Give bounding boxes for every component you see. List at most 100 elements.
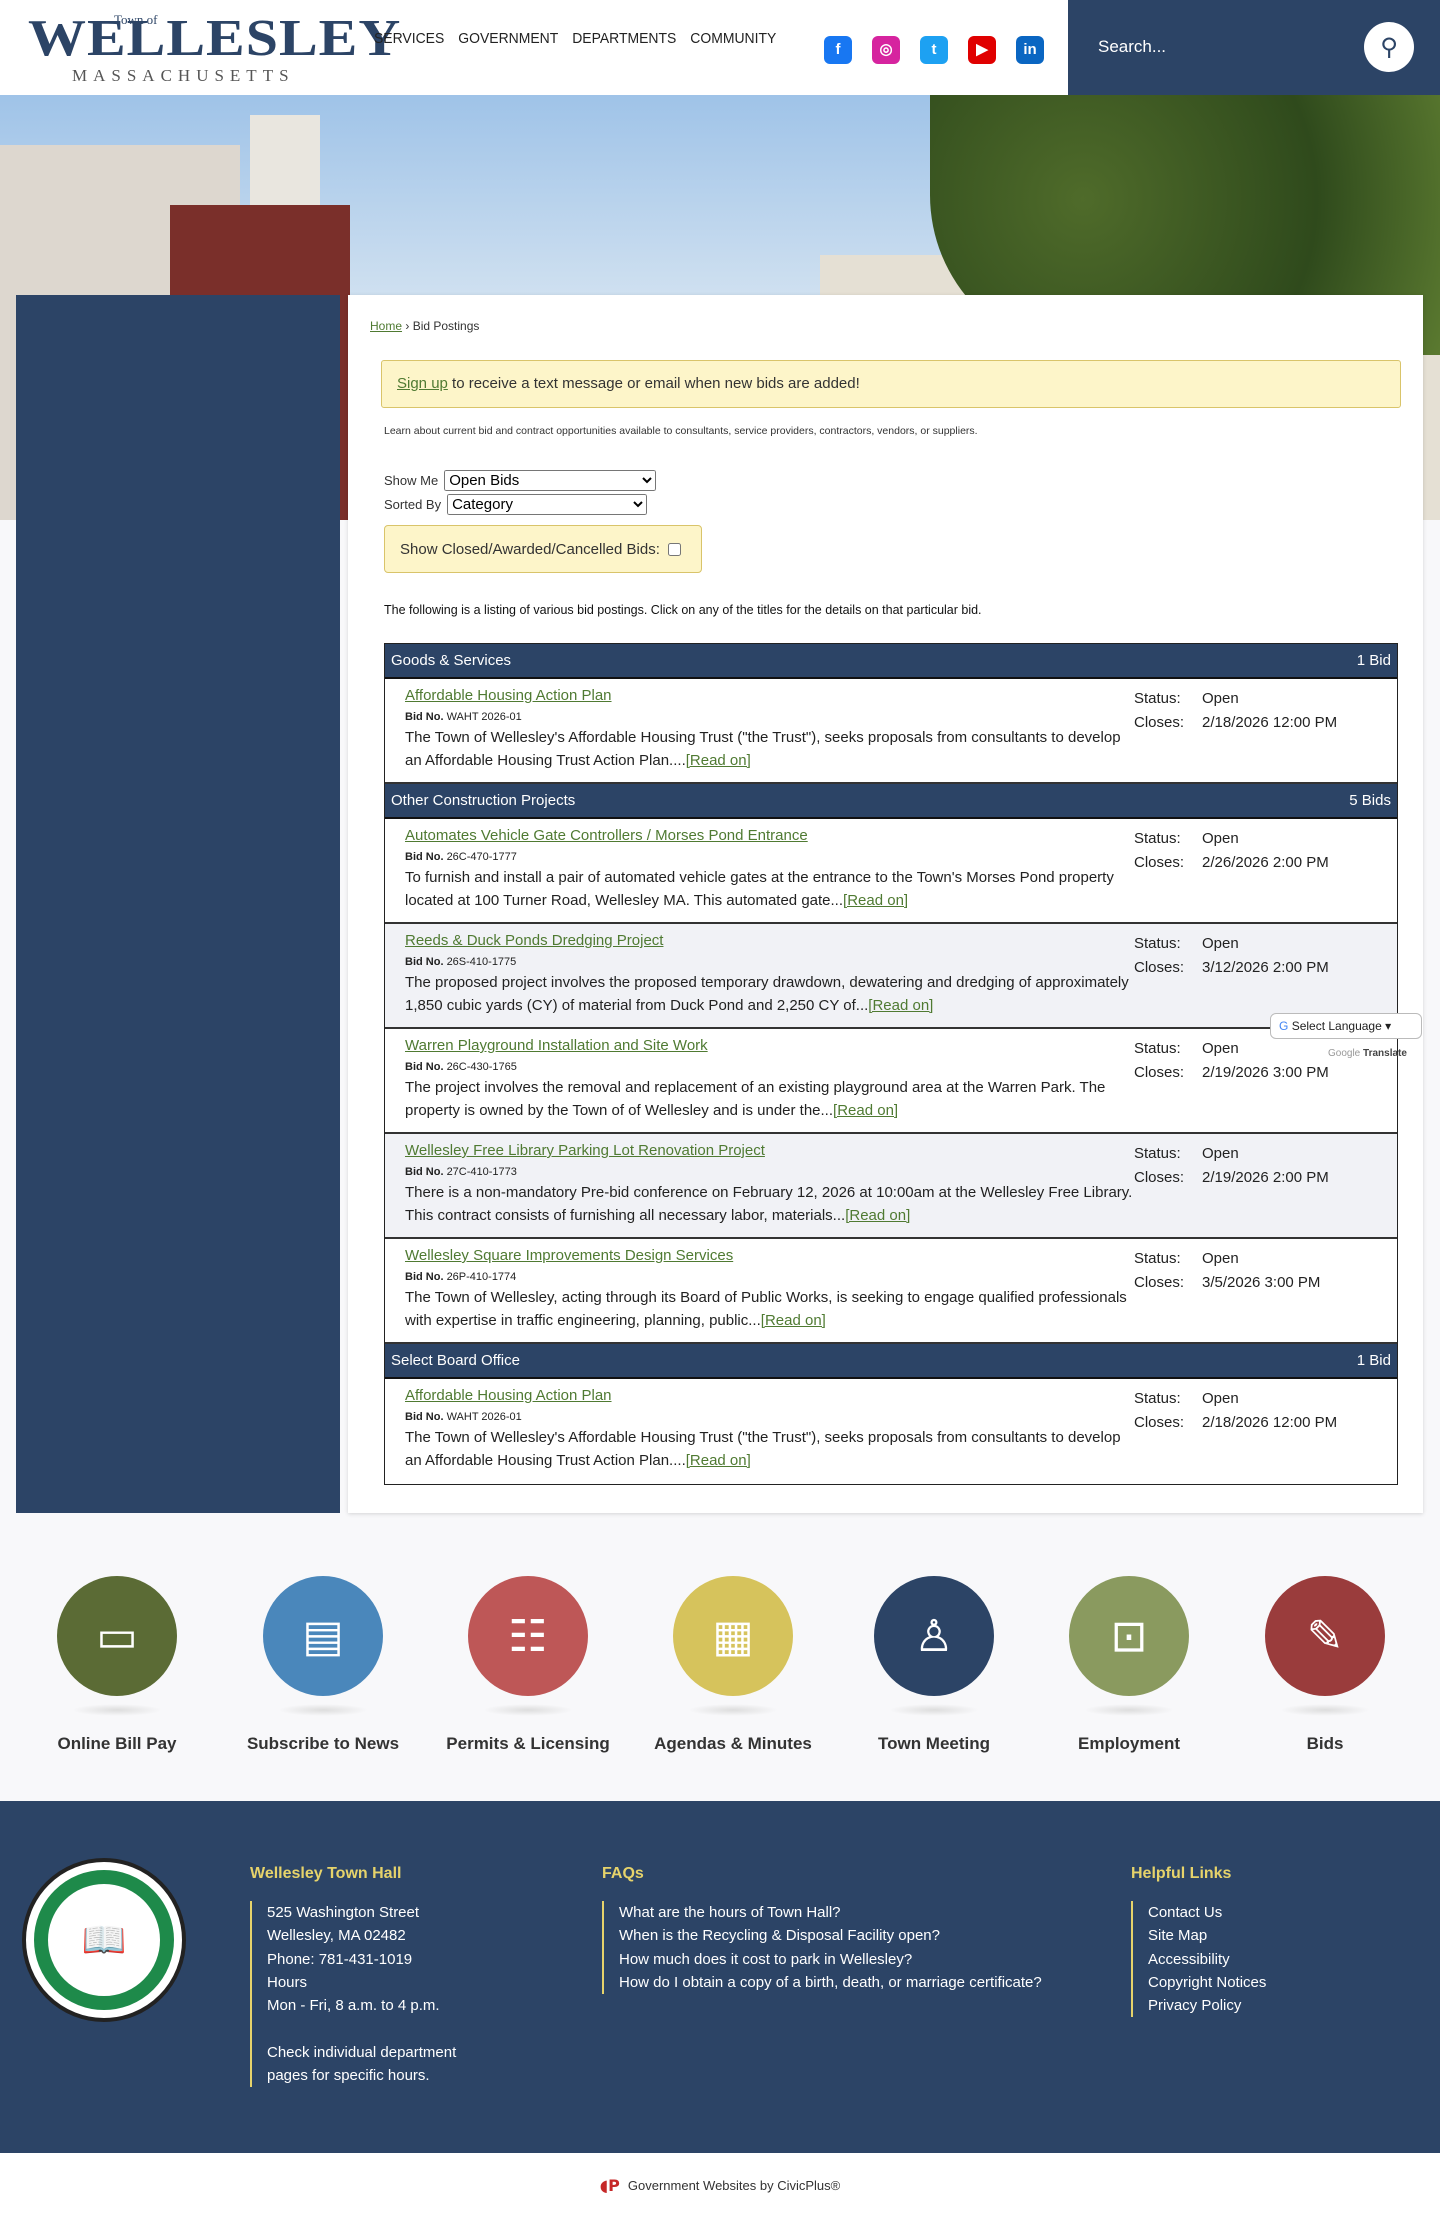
select-language-dropdown[interactable]: G Select Language ▾ — [1270, 1013, 1422, 1039]
helpful-link[interactable]: Accessibility — [1148, 1951, 1230, 1968]
category-header: Goods & Services 1 Bid — [385, 644, 1397, 679]
search-panel: ⚲ — [1068, 0, 1440, 95]
bid-title-link[interactable]: Affordable Housing Action Plan — [405, 1387, 612, 1404]
bid-title-link[interactable]: Reeds & Duck Ponds Dredging Project — [405, 932, 663, 949]
closes-value: 2/19/2026 2:00 PM — [1202, 1169, 1329, 1186]
bid-status: Status: Open Closes: 3/5/2026 3:00 PM — [1134, 1247, 1320, 1295]
credit-card-icon: ▭ — [57, 1576, 177, 1696]
nav-departments[interactable]: DEPARTMENTS — [572, 30, 676, 47]
town-hall-line: 525 Washington Street — [267, 1904, 420, 1921]
category-name: Goods & Services — [391, 652, 512, 669]
closes-value: 2/26/2026 2:00 PM — [1202, 854, 1329, 871]
bid-row: Affordable Housing Action Plan Bid No. WA… — [385, 679, 1397, 784]
main-content: Home › Bid Postings Sign up to receive a… — [348, 295, 1423, 1513]
bid-title-link[interactable]: Warren Playground Installation and Site … — [405, 1037, 708, 1054]
bid-title-link[interactable]: Wellesley Free Library Parking Lot Renov… — [405, 1142, 765, 1159]
category-header: Other Construction Projects 5 Bids — [385, 784, 1397, 819]
read-on-link[interactable]: [Read on] — [686, 1452, 751, 1469]
briefcase-icon: ⊡ — [1069, 1576, 1189, 1696]
closes-value: 2/19/2026 3:00 PM — [1202, 1064, 1329, 1081]
category-header: Select Board Office 1 Bid — [385, 1344, 1397, 1379]
bid-description: The Town of Wellesley, acting through it… — [405, 1289, 1127, 1329]
helpful-link[interactable]: Contact Us — [1148, 1904, 1222, 1921]
read-on-link[interactable]: [Read on] — [686, 752, 751, 769]
bid-row: Automates Vehicle Gate Controllers / Mor… — [385, 819, 1397, 924]
helpful-link[interactable]: Copyright Notices — [1148, 1974, 1266, 1991]
show-me-select[interactable]: Open Bids — [444, 470, 657, 491]
faq-link[interactable]: When is the Recycling & Disposal Facilit… — [619, 1927, 940, 1944]
sorted-by-row: Sorted By Category — [384, 494, 648, 515]
bid-title-link[interactable]: Wellesley Square Improvements Design Ser… — [405, 1247, 733, 1264]
google-translate-icon: G — [1279, 1019, 1289, 1033]
bid-description: The proposed project involves the propos… — [405, 974, 1129, 1014]
twitter-icon[interactable]: t — [920, 36, 948, 64]
quick-link-permits-licensing[interactable]: ☷ Permits & Licensing — [443, 1576, 613, 1754]
nav-community[interactable]: COMMUNITY — [690, 30, 776, 47]
bid-description: There is a non-mandatory Pre-bid confere… — [405, 1184, 1133, 1224]
nav-services[interactable]: SERVICES — [374, 30, 444, 47]
closes-value: 3/5/2026 3:00 PM — [1202, 1274, 1321, 1291]
read-on-link[interactable]: [Read on] — [833, 1102, 898, 1119]
helpful-link[interactable]: Privacy Policy — [1148, 1997, 1241, 2014]
helpful-link[interactable]: Site Map — [1148, 1927, 1207, 1944]
faqs-heading[interactable]: FAQs — [602, 1865, 1042, 1883]
status-value: Open — [1202, 1040, 1239, 1057]
main-nav: SERVICES GOVERNMENT DEPARTMENTS COMMUNIT… — [374, 30, 776, 47]
sorted-by-select[interactable]: Category — [447, 494, 648, 515]
bid-title-link[interactable]: Affordable Housing Action Plan — [405, 687, 612, 704]
breadcrumb-home[interactable]: Home — [370, 319, 402, 333]
faq-link[interactable]: How do I obtain a copy of a birth, death… — [619, 1974, 1042, 1991]
wellesley-logo[interactable]: WELLESLEY Town of MASSACHUSETTS — [28, 6, 400, 88]
quick-link-online-bill-pay[interactable]: ▭ Online Bill Pay — [32, 1576, 202, 1754]
read-on-link[interactable]: [Read on] — [845, 1207, 910, 1224]
status-value: Open — [1202, 1390, 1239, 1407]
bid-list: Goods & Services 1 Bid Affordable Housing … — [384, 643, 1398, 1485]
read-on-link[interactable]: [Read on] — [843, 892, 908, 909]
signup-link[interactable]: Sign up — [397, 375, 448, 392]
podium-speaker-icon: ♙ — [874, 1576, 994, 1696]
town-hall-line — [267, 2017, 456, 2040]
listing-text: The following is a listing of various bi… — [384, 603, 982, 617]
read-on-link[interactable]: [Read on] — [868, 997, 933, 1014]
bid-row: Warren Playground Installation and Site … — [385, 1029, 1397, 1134]
category-count: 1 Bid — [1356, 1352, 1391, 1369]
category-name: Select Board Office — [391, 1352, 520, 1369]
read-on-link[interactable]: [Read on] — [761, 1312, 826, 1329]
quick-link-agendas-minutes[interactable]: ▦ Agendas & Minutes — [648, 1576, 818, 1754]
show-closed-checkbox[interactable] — [667, 542, 681, 556]
intro-text: Learn about current bid and contract opp… — [384, 425, 978, 437]
faq-link[interactable]: What are the hours of Town Hall? — [619, 1904, 841, 1921]
linkedin-icon[interactable]: in — [1016, 36, 1044, 64]
nav-government[interactable]: GOVERNMENT — [458, 30, 558, 47]
clipboard-icon: ☷ — [468, 1576, 588, 1696]
civicplus-credit[interactable]: ◖P Government Websites by CivicPlus® — [0, 2153, 1440, 2217]
search-icon: ⚲ — [1380, 33, 1398, 61]
bid-description: The Town of Wellesley's Affordable Housi… — [405, 1429, 1121, 1469]
quick-link-town-meeting[interactable]: ♙ Town Meeting — [849, 1576, 1019, 1754]
quick-link-bids[interactable]: ✎ Bids — [1240, 1576, 1410, 1754]
footer: 📖 Wellesley Town Hall 525 Washington Str… — [0, 1801, 1440, 2153]
bid-row: Wellesley Square Improvements Design Ser… — [385, 1239, 1397, 1344]
facebook-icon[interactable]: f — [824, 36, 852, 64]
footer-helpful-links: Helpful Links Contact Us Site Map Accessib… — [1131, 1865, 1266, 2018]
instagram-icon[interactable]: ◎ — [872, 36, 900, 64]
town-hall-line: Mon - Fri, 8 a.m. to 4 p.m. — [267, 1997, 440, 2015]
search-input[interactable] — [1098, 30, 1338, 64]
bid-status: Status: Open Closes: 2/18/2026 12:00 PM — [1134, 1387, 1337, 1435]
bid-title-link[interactable]: Automates Vehicle Gate Controllers / Mor… — [405, 827, 808, 844]
search-button[interactable]: ⚲ — [1364, 22, 1414, 72]
bid-status: Status: Open Closes: 2/19/2026 3:00 PM — [1134, 1037, 1329, 1085]
sidebar — [16, 295, 340, 1513]
faq-link[interactable]: How much does it cost to park in Wellesl… — [619, 1951, 912, 1968]
closes-value: 2/18/2026 12:00 PM — [1202, 1414, 1338, 1431]
bid-row: Reeds & Duck Ponds Dredging Project Bid N… — [385, 924, 1397, 1029]
town-hall-line: Check individual department — [267, 2043, 457, 2061]
quick-link-employment[interactable]: ⊡ Employment — [1044, 1576, 1214, 1754]
category-name: Other Construction Projects — [391, 792, 576, 809]
bid-description: The Town of Wellesley's Affordable Housi… — [405, 729, 1121, 769]
youtube-icon[interactable]: ▶ — [968, 36, 996, 64]
category-count: 1 Bid — [1356, 652, 1391, 669]
calendar-icon: ▦ — [673, 1576, 793, 1696]
closes-value: 2/18/2026 12:00 PM — [1202, 714, 1338, 731]
quick-link-subscribe-to-news[interactable]: ▤ Subscribe to News — [238, 1576, 408, 1754]
